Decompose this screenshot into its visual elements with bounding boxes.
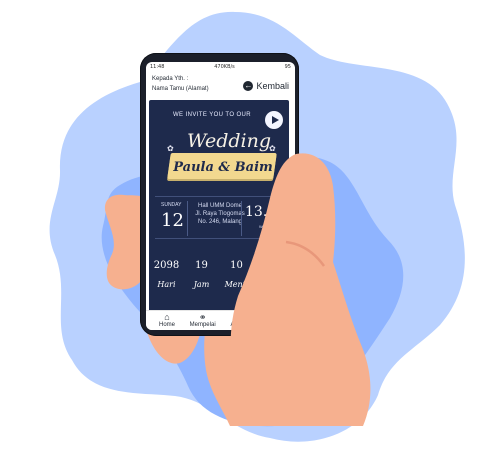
countdown-days-value: 2098 <box>153 260 180 271</box>
countdown-days-label: Hari <box>157 280 176 289</box>
status-battery: 95 <box>284 64 291 70</box>
countdown: 2098 Hari 19 Jam 10 Menit 21 Detik <box>149 260 289 289</box>
status-bar: 11:48 470KB/s 95 <box>146 62 295 72</box>
right-vertical-divider <box>241 201 242 236</box>
nav-home-label: Home <box>158 321 175 328</box>
countdown-minutes-value: 10 <box>230 260 243 271</box>
back-arrow-icon: ← <box>243 81 254 91</box>
time-zone: WIB <box>259 224 267 229</box>
qr-icon: ▣ <box>269 312 279 322</box>
countdown-days: 2098 Hari <box>152 260 182 289</box>
nav-acara-label: Acara <box>230 321 247 328</box>
countdown-seconds: 21 Detik <box>257 260 287 289</box>
back-button[interactable]: ← Kembali <box>243 81 289 91</box>
countdown-seconds-label: Detik <box>260 280 283 289</box>
flower-icon: ✿ <box>167 144 174 153</box>
home-icon: ⌂ <box>164 312 170 322</box>
venue-line-2: Jl. Raya Tlogomas <box>195 211 245 217</box>
back-label: Kembali <box>256 81 289 91</box>
status-net-speed: 470KB/s <box>214 64 235 70</box>
top-bar: Kepada Yth. : Nama Tamu (Alamat) ← Kemba… <box>146 72 295 98</box>
nav-mempelai-label: Mempelai <box>189 321 216 328</box>
nav-qr[interactable]: ▣ QR <box>257 312 291 328</box>
guest-prefix: Kepada Yth. : <box>152 76 189 82</box>
bottom-nav: ⌂ Home ⚭ Mempelai ▦ Acara ▣ QR <box>146 310 295 330</box>
phone-screen: 11:48 470KB/s 95 Kepada Yth. : Nama Tamu… <box>146 62 295 330</box>
top-divider <box>155 196 283 197</box>
status-time: 11:48 <box>150 64 165 70</box>
event-time: 13.00 <box>245 204 286 220</box>
couple-names: Paula & Baim <box>173 160 273 175</box>
day-number: 12 <box>161 210 184 231</box>
countdown-minutes: 10 Menit <box>222 260 252 289</box>
venue-line-3: No. 246, Malang <box>197 219 243 225</box>
left-vertical-divider <box>187 201 188 236</box>
countdown-seconds-value: 21 <box>265 260 278 271</box>
countdown-minutes-label: Menit <box>224 280 249 289</box>
nav-acara[interactable]: ▦ Acara <box>221 312 255 328</box>
guest-name: Nama Tamu (Alamat) <box>152 86 209 92</box>
countdown-hours-label: Jam <box>193 280 210 289</box>
day-label: SUNDAY <box>161 202 182 208</box>
nav-qr-label: QR <box>269 321 279 328</box>
venue-line-1: Hall UMM Dome <box>197 203 242 209</box>
nav-home[interactable]: ⌂ Home <box>150 312 184 328</box>
nav-mempelai[interactable]: ⚭ Mempelai <box>186 312 220 328</box>
countdown-hours: 19 Jam <box>187 260 217 289</box>
venue-info: Hall UMM Dome Jl. Raya Tlogomas No. 246,… <box>193 202 247 226</box>
scene: 11:48 470KB/s 95 Kepada Yth. : Nama Tamu… <box>0 0 500 456</box>
invitation-card: WE INVITE YOU TO OUR ✿ ✿ Wedding Paula &… <box>149 100 289 312</box>
countdown-hours-value: 19 <box>195 260 208 271</box>
bottom-divider <box>155 238 283 239</box>
wedding-title: Wedding <box>187 130 272 152</box>
invite-text: WE INVITE YOU TO OUR <box>172 112 251 118</box>
play-button[interactable] <box>265 111 283 129</box>
couple-icon: ⚭ <box>198 312 207 322</box>
calendar-icon: ▦ <box>234 312 243 322</box>
